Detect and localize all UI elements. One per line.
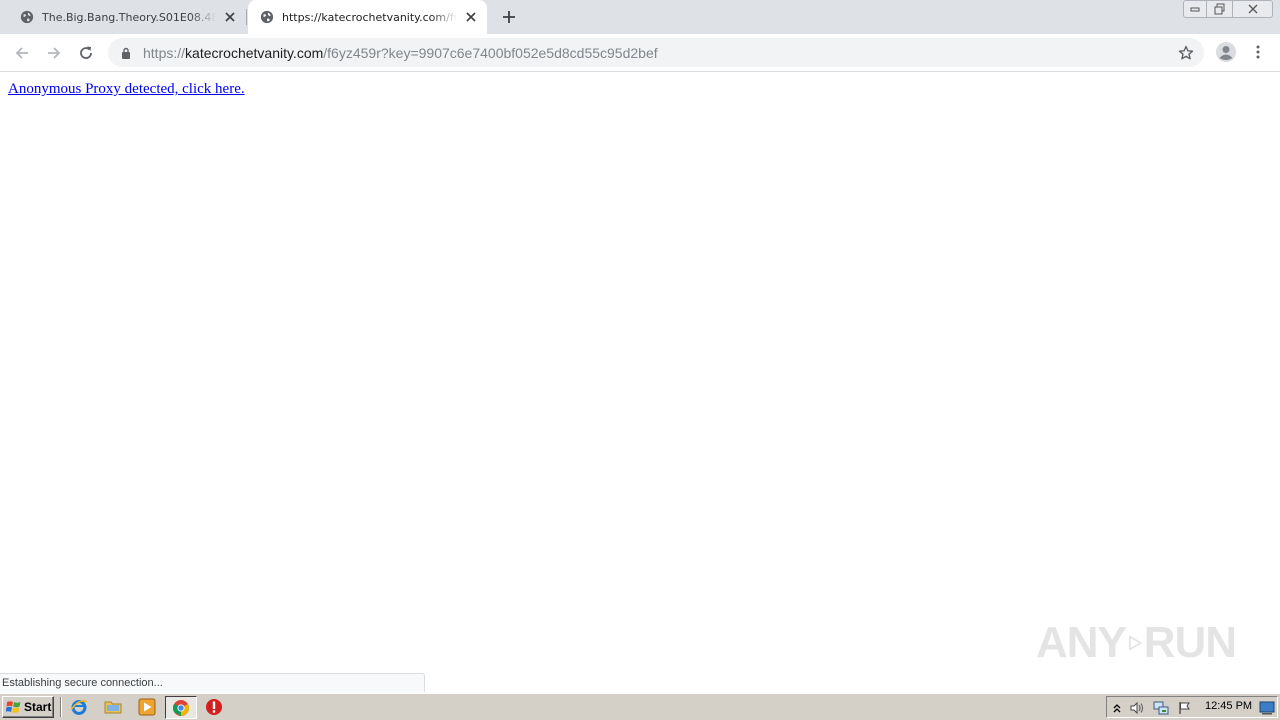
internet-explorer-icon[interactable]: [70, 698, 88, 716]
folder-icon[interactable]: [104, 698, 122, 716]
forward-button[interactable]: [42, 41, 66, 65]
page-viewport: Anonymous Proxy detected, click here. AN…: [0, 73, 1280, 692]
watermark-text-left: ANY: [1036, 618, 1127, 667]
tab-title: The.Big.Bang.Theory.S01E08.480p.: [42, 10, 216, 24]
anyrun-watermark: ANY RUN: [1036, 608, 1237, 678]
url-text: https://katecrochetvanity.com/f6yz459r?k…: [143, 45, 658, 61]
chrome-icon: [173, 700, 189, 716]
windows-taskbar: Start 12:45 PM: [0, 692, 1280, 720]
close-window-button[interactable]: [1233, 0, 1273, 18]
more-vert-icon: [1256, 45, 1260, 59]
start-label: Start: [24, 700, 52, 714]
url-path: /f6yz459r?key=9907c6e7400bf052e5d8cd55c9…: [323, 44, 658, 61]
bookmark-star-icon[interactable]: [1178, 45, 1194, 61]
close-tab-icon[interactable]: [463, 9, 479, 25]
browser-toolbar: https://katecrochetvanity.com/f6yz459r?k…: [0, 34, 1280, 72]
back-button[interactable]: [10, 41, 34, 65]
close-icon: [1248, 4, 1257, 14]
anonymous-proxy-link[interactable]: Anonymous Proxy detected, click here.: [8, 81, 245, 98]
action-center-flag-icon[interactable]: [1177, 700, 1193, 716]
reload-icon: [80, 46, 92, 59]
url-host: katecrochetvanity.com: [185, 44, 324, 61]
taskbar-chrome-button[interactable]: [165, 696, 197, 719]
minimize-icon: [1190, 7, 1200, 12]
globe-icon: [20, 10, 34, 24]
start-button[interactable]: Start: [2, 696, 54, 718]
taskbar-separator: [60, 697, 62, 717]
address-bar[interactable]: https://katecrochetvanity.com/f6yz459r?k…: [108, 38, 1204, 67]
windows-logo-icon: [6, 701, 21, 713]
tab-katecrochetvanity[interactable]: https://katecrochetvanity.com/f6yz459r: [248, 0, 487, 34]
status-bubble: Establishing secure connection...: [0, 673, 425, 692]
stop-icon[interactable]: [205, 698, 223, 716]
reload-button[interactable]: [74, 41, 98, 65]
plus-icon: [503, 11, 515, 23]
arrow-left-icon: [15, 47, 28, 59]
media-player-icon[interactable]: [138, 698, 156, 716]
close-tab-icon[interactable]: [222, 9, 238, 25]
tab-divider: [246, 9, 247, 25]
system-tray: 12:45 PM: [1106, 696, 1278, 718]
tab-big-bang-theory[interactable]: The.Big.Bang.Theory.S01E08.480p.: [0, 0, 246, 34]
tab-strip: The.Big.Bang.Theory.S01E08.480p. https:/…: [0, 0, 1280, 34]
tab-title: https://katecrochetvanity.com/f6yz459r: [282, 10, 457, 24]
network-icon[interactable]: [1153, 700, 1169, 716]
globe-icon: [260, 10, 274, 24]
chevron-up-icon[interactable]: [1109, 700, 1125, 716]
watermark-text-right: RUN: [1143, 618, 1237, 667]
profile-avatar-icon[interactable]: [1215, 41, 1237, 63]
restore-icon: [1214, 3, 1224, 15]
lock-icon[interactable]: [119, 46, 133, 60]
minimize-button[interactable]: [1183, 0, 1207, 18]
play-logo-icon: [1129, 635, 1142, 651]
url-scheme: https://: [143, 44, 186, 61]
restore-button[interactable]: [1207, 0, 1233, 18]
taskbar-clock[interactable]: 12:45 PM: [1205, 700, 1252, 712]
new-tab-button[interactable]: [498, 6, 520, 28]
show-desktop-icon[interactable]: [1259, 700, 1275, 716]
volume-icon[interactable]: [1129, 700, 1145, 716]
arrow-right-icon: [48, 47, 61, 59]
menu-button[interactable]: [1250, 42, 1266, 62]
